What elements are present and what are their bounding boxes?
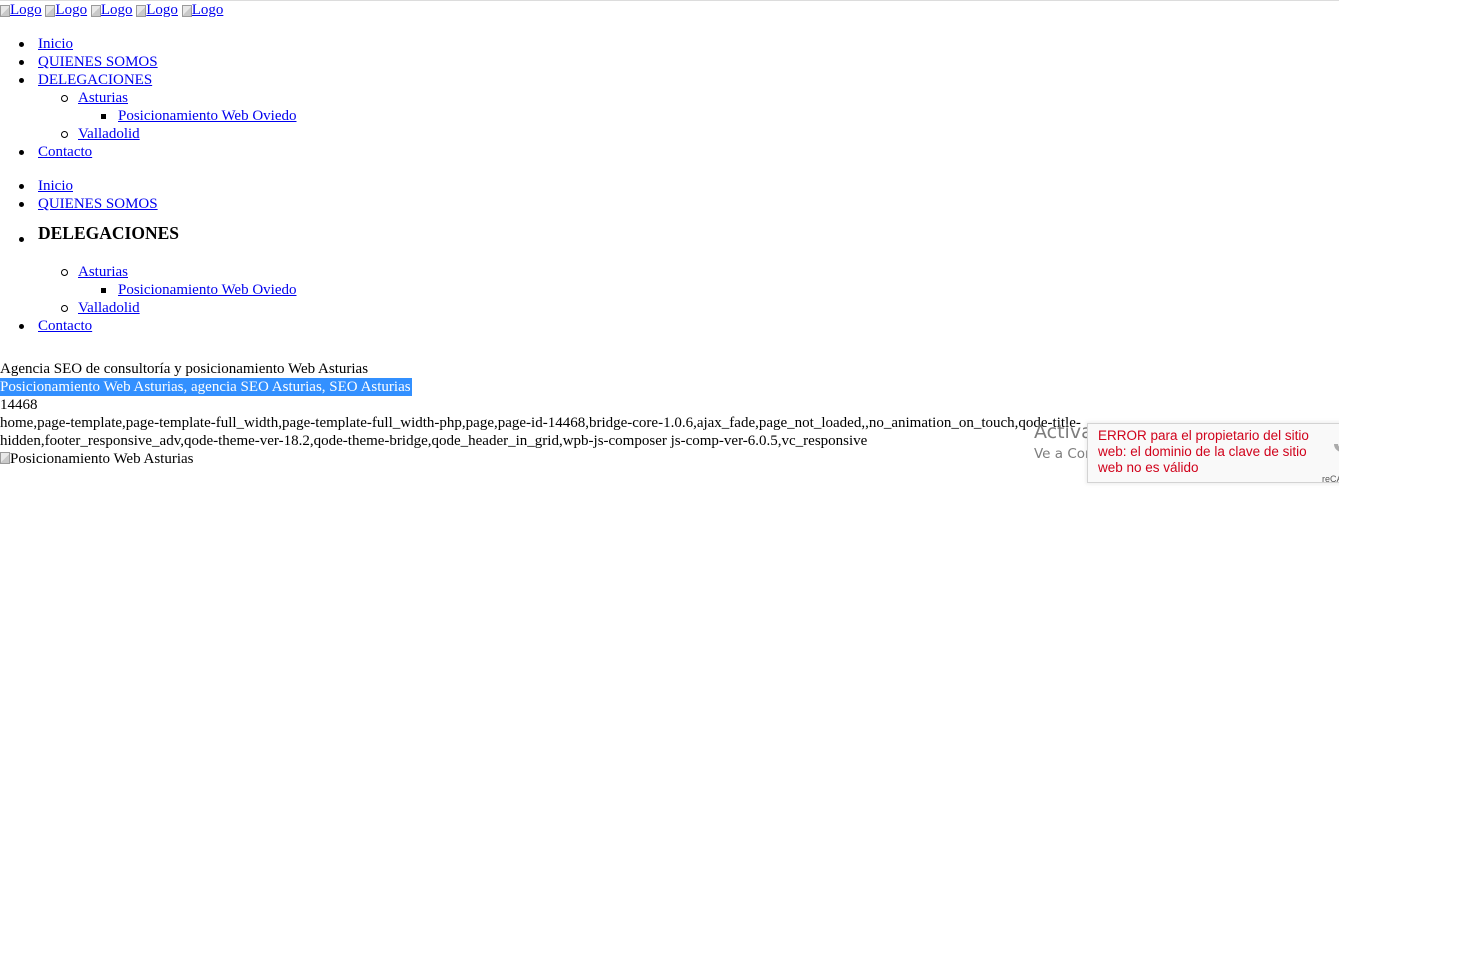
broken-image-icon [181, 5, 192, 17]
hero-image: Posicionamiento Web Asturias [0, 450, 194, 468]
submenu-item-oviedo: Posicionamiento Web Oviedo [0, 107, 297, 125]
logo-link-5[interactable]: Logo [181, 1, 224, 19]
logo-alt-text: Logo [146, 2, 178, 18]
broken-image-icon [0, 5, 10, 17]
broken-image-icon [136, 5, 147, 17]
menu-link-inicio[interactable]: Inicio [38, 36, 73, 52]
menu-item-contacto: Contacto [0, 143, 297, 161]
logo-link-1[interactable]: Logo [0, 1, 42, 19]
hero-alt-text: Posicionamiento Web Asturias [10, 451, 194, 467]
menu-item-delegaciones: DELEGACIONES [0, 71, 297, 89]
mobile-menu-item-delegaciones: DELEGACIONES [0, 213, 297, 263]
recaptcha-widget[interactable]: ERROR para el propietario del sitio web:… [1087, 423, 1339, 483]
recaptcha-error-message: ERROR para el propietario del sitio web:… [1098, 428, 1309, 475]
menu-link-quienes-somos[interactable]: QUIENES SOMOS [38, 54, 158, 70]
delegaciones-heading[interactable]: DELEGACIONES [38, 224, 179, 242]
mobile-menu-link-contacto[interactable]: Contacto [38, 318, 92, 334]
submenu-item-valladolid: Valladolid [0, 125, 297, 143]
menu-link-delegaciones[interactable]: DELEGACIONES [38, 72, 152, 88]
menu-item-quienes-somos: QUIENES SOMOS [0, 53, 297, 71]
mobile-menu-link-quienes-somos[interactable]: QUIENES SOMOS [38, 196, 158, 212]
menu-item-inicio: Inicio [0, 35, 297, 53]
broken-image-icon [90, 5, 101, 17]
browser-viewport: Logo Logo Logo Logo Logo Inicio QUIENES … [0, 0, 1339, 974]
broken-image-icon [45, 5, 56, 17]
submenu-item-asturias: Asturias [0, 89, 297, 107]
logo-link-4[interactable]: Logo [136, 1, 178, 19]
logo-link-3[interactable]: Logo [90, 1, 133, 19]
submenu-link-asturias[interactable]: Asturias [78, 90, 128, 106]
mobile-submenu-item-oviedo: Posicionamiento Web Oviedo [0, 281, 297, 299]
logo-alt-text: Logo [55, 2, 88, 18]
mobile-menu-link-inicio[interactable]: Inicio [38, 178, 73, 194]
mobile-menu-item-contacto: Contacto [0, 317, 297, 335]
mobile-submenu-link-asturias[interactable]: Asturias [78, 264, 128, 280]
body-classes-text: home,page-template,page-template-full_wi… [0, 415, 1081, 449]
mobile-menu-item-inicio: Inicio [0, 177, 297, 195]
logo-alt-text: Logo [191, 2, 224, 18]
page-id-text: 14468 [0, 397, 38, 413]
mobile-submenu-item-asturias: Asturias [0, 263, 297, 281]
logo-link-2[interactable]: Logo [45, 1, 87, 19]
mobile-menu-item-quienes-somos: QUIENES SOMOS [0, 195, 297, 213]
mobile-submenu-link-oviedo[interactable]: Posicionamiento Web Oviedo [118, 282, 297, 298]
submenu-link-oviedo[interactable]: Posicionamiento Web Oviedo [118, 108, 297, 124]
broken-image-icon [0, 452, 10, 464]
logo-alt-text: Logo [100, 2, 133, 18]
primary-menu: Inicio QUIENES SOMOS DELEGACIONES Asturi… [0, 35, 297, 161]
site-tagline: Agencia SEO de consultoría y posicionami… [0, 361, 369, 377]
submenu-link-valladolid[interactable]: Valladolid [78, 126, 140, 142]
recaptcha-brand: reCAPTCHA [1322, 474, 1339, 483]
menu-link-contacto[interactable]: Contacto [38, 144, 92, 160]
mobile-menu: Inicio QUIENES SOMOS DELEGACIONES Asturi… [0, 177, 297, 335]
mobile-submenu-item-valladolid: Valladolid [0, 299, 297, 317]
mobile-submenu-link-valladolid[interactable]: Valladolid [78, 300, 140, 316]
selected-page-title: Posicionamiento Web Asturias, agencia SE… [0, 378, 412, 396]
logo-alt-text: Logo [10, 2, 42, 18]
logo-row: Logo Logo Logo Logo Logo [0, 1, 223, 21]
recaptcha-logo-icon [1334, 444, 1339, 452]
